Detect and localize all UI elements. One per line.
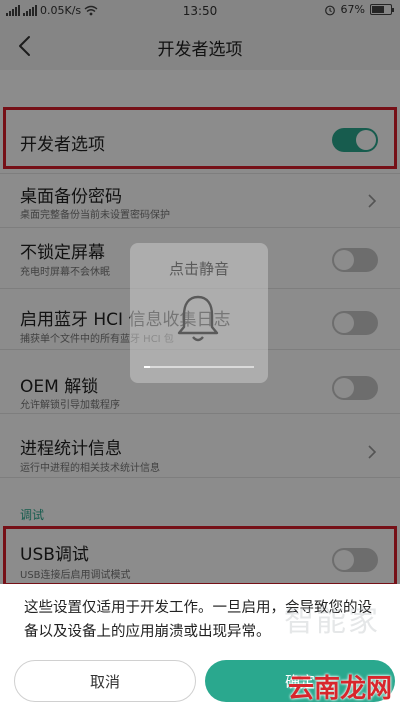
- bell-icon: [177, 295, 219, 342]
- warning-dialog: 这些设置仅适用于开发工作。一旦启用，会导致您的设备以及设备上的应用崩溃或出现异常…: [0, 584, 400, 710]
- mute-label: 点击静音: [168, 260, 229, 278]
- volume-slider[interactable]: [144, 366, 254, 368]
- confirm-button[interactable]: 确定: [205, 660, 395, 702]
- dialog-message: 这些设置仅适用于开发工作。一旦启用，会导致您的设备以及设备上的应用崩溃或出现异常…: [24, 600, 372, 640]
- mute-toast[interactable]: 点击静音: [130, 243, 268, 383]
- cancel-button[interactable]: 取消: [14, 660, 196, 702]
- volume-fill: [144, 366, 150, 368]
